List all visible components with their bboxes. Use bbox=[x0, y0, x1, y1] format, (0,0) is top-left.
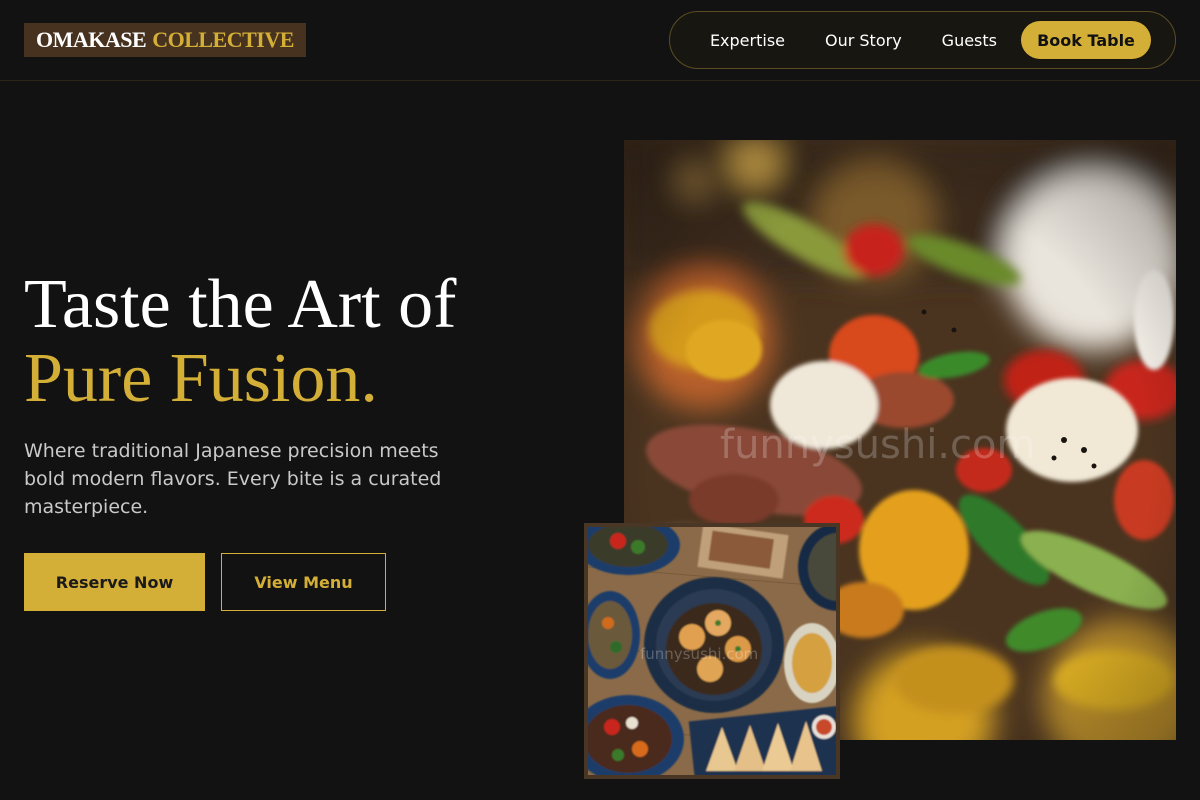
nav-link-our-story[interactable]: Our Story bbox=[825, 31, 902, 50]
hero-headline: Taste the Art of Pure Fusion. bbox=[24, 268, 456, 416]
reserve-now-button[interactable]: Reserve Now bbox=[24, 553, 205, 611]
hero-headline-line1: Taste the Art of bbox=[24, 266, 457, 343]
site-header: OMAKASE COLLECTIVE Expertise Our Story G… bbox=[0, 0, 1200, 81]
brand-logo[interactable]: OMAKASE COLLECTIVE bbox=[24, 23, 306, 57]
hero-subtitle: Where traditional Japanese precision mee… bbox=[24, 440, 442, 518]
view-menu-button[interactable]: View Menu bbox=[221, 553, 386, 611]
nav-link-expertise[interactable]: Expertise bbox=[710, 31, 785, 50]
nav-link-guests[interactable]: Guests bbox=[942, 31, 997, 50]
hero-headline-accent: Pure Fusion. bbox=[24, 340, 378, 417]
brand-name-primary: OMAKASE bbox=[36, 27, 147, 52]
brand-name-accent: COLLECTIVE bbox=[152, 27, 294, 52]
table-spread-thumbnail: funnysushi.com bbox=[584, 523, 840, 779]
table-spread-photo bbox=[588, 527, 836, 775]
main-navigation: Expertise Our Story Guests Book Table bbox=[669, 11, 1176, 69]
book-table-button[interactable]: Book Table bbox=[1021, 21, 1151, 59]
